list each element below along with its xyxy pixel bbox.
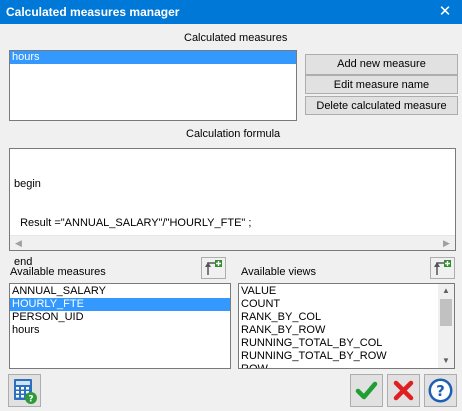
available-view-item[interactable]: RUNNING_TOTAL_BY_COL (239, 337, 438, 350)
calculator-help-icon: ? (14, 379, 37, 405)
available-view-item[interactable]: RANK_BY_ROW (239, 324, 438, 337)
available-view-item[interactable]: COUNT (239, 298, 438, 311)
help-button[interactable]: ? (424, 374, 457, 407)
scroll-up-icon[interactable]: ▲ (438, 284, 454, 298)
question-icon: ? (428, 378, 453, 403)
add-new-measure-button[interactable]: Add new measure (305, 54, 458, 75)
insert-view-button[interactable] (430, 257, 455, 279)
edit-measure-name-button[interactable]: Edit measure name (305, 75, 458, 94)
delete-calculated-measure-button[interactable]: Delete calculated measure (305, 96, 458, 115)
formula-line: Result ="ANNUAL_SALARY"/"HOURLY_FTE" ; (14, 217, 252, 229)
scrollbar-thumb[interactable] (440, 299, 452, 326)
check-icon (355, 381, 378, 400)
title-bar: Calculated measures manager ✕ (0, 0, 462, 24)
available-measure-item[interactable]: hours (10, 324, 230, 337)
available-views-list[interactable]: VALUE COUNT RANK_BY_COL RANK_BY_ROW RUNNING_… (238, 283, 455, 369)
calculated-measures-heading: Calculated measures (184, 32, 288, 44)
formula-line: begin (14, 178, 41, 190)
available-view-item[interactable]: ROW (239, 363, 438, 368)
available-views-heading: Available views (241, 266, 317, 278)
available-view-item[interactable]: RUNNING_TOTAL_BY_ROW (239, 350, 438, 363)
insert-arrow-icon (205, 260, 222, 275)
cancel-button[interactable] (387, 374, 420, 407)
available-measure-item[interactable]: ANNUAL_SALARY (10, 285, 230, 298)
window-title: Calculated measures manager (6, 5, 180, 19)
svg-text:?: ? (28, 395, 33, 405)
insert-measure-button[interactable] (201, 257, 226, 279)
views-vertical-scrollbar[interactable]: ▲ ▼ (438, 284, 454, 368)
scroll-left-icon[interactable]: ◀ (11, 236, 26, 251)
insert-arrow-icon (434, 260, 451, 275)
x-icon (393, 380, 414, 401)
close-icon[interactable]: ✕ (428, 0, 462, 24)
calculated-measure-item[interactable]: hours (10, 51, 296, 64)
available-view-item[interactable]: RANK_BY_COL (239, 311, 438, 324)
available-measure-item[interactable]: HOURLY_FTE (10, 298, 230, 311)
formula-editor[interactable]: begin Result ="ANNUAL_SALARY"/"HOURLY_FT… (9, 148, 456, 268)
scroll-down-icon[interactable]: ▼ (438, 354, 454, 368)
scroll-right-icon[interactable]: ▶ (439, 236, 454, 251)
available-measures-list[interactable]: ANNUAL_SALARY HOURLY_FTE PERSON_UID hours (9, 283, 231, 369)
available-view-item[interactable]: VALUE (239, 285, 438, 298)
ok-button[interactable] (350, 374, 383, 407)
calculation-formula-heading: Calculation formula (186, 128, 281, 140)
formula-horizontal-scrollbar[interactable]: ◀ ▶ (10, 235, 455, 250)
calculator-help-button[interactable]: ? (8, 374, 41, 407)
available-measure-item[interactable]: PERSON_UID (10, 311, 230, 324)
svg-text:?: ? (436, 382, 445, 400)
calculated-measures-list[interactable]: hours (9, 50, 297, 121)
available-measures-heading: Available measures (10, 266, 106, 278)
